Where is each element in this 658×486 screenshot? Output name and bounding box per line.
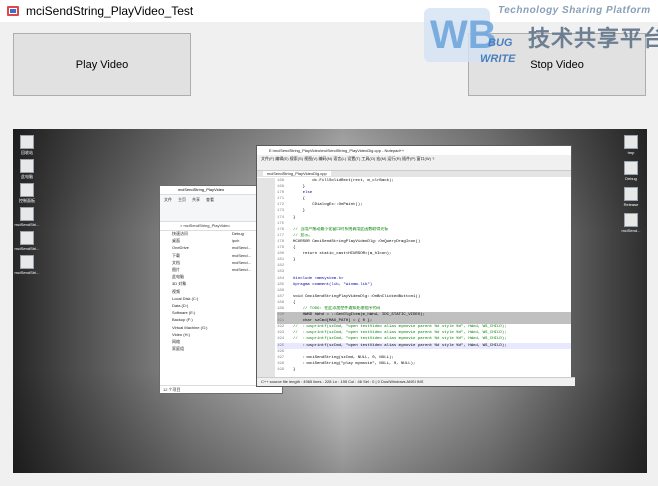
- code-text: // 当用户拖动最小化窗口时系统调用此函数取得光标: [293, 227, 389, 232]
- video-display: 回收站 此电脑 控制面板 mciSendStri... mciSendStri... mc…: [13, 129, 647, 473]
- file-icon: [624, 213, 638, 227]
- code-text: }: [293, 258, 296, 263]
- explorer-nav-pane: 快速访问桌面 OneDrive 下载 文档图片 此电脑 3D 对象 视频 Local Disk…: [160, 230, 222, 352]
- explorer-nav-item: 下载: [172, 252, 180, 258]
- desktop-icon: Debug: [617, 161, 645, 181]
- window-title: mciSendString_PlayVideo_Test: [26, 4, 194, 18]
- explorer-nav-item: 图片: [172, 267, 180, 273]
- desktop-icon-label: 回收站: [21, 150, 33, 155]
- desktop-icon-label: mciSend...: [621, 228, 641, 233]
- line-number: 199: [277, 367, 285, 372]
- code-text: // ::wsprintf(szCmd, "open testVideo ali…: [293, 331, 507, 336]
- code-text: CDialogEx::OnPaint();: [293, 203, 363, 208]
- editor-gutter: [257, 178, 275, 378]
- explorer-nav-item: Backup (F:): [172, 317, 193, 323]
- desktop-icon: mciSendStri...: [13, 207, 41, 227]
- explorer-tab: 共享: [192, 197, 200, 202]
- explorer-nav-item: 网络: [172, 339, 180, 345]
- code-text: #include <mmsystem.h>: [293, 276, 344, 281]
- desktop-icon-label: mciSendStri...: [14, 270, 40, 275]
- code-text: // 显示。: [293, 233, 313, 238]
- desktop-icon: tmp: [617, 135, 645, 155]
- explorer-nav-item: Software (E:): [172, 310, 196, 316]
- desktop-icon-label: tmp: [627, 150, 635, 155]
- explorer-nav-item: Virtual Machine (G:): [172, 324, 208, 330]
- code-text: }: [293, 185, 306, 190]
- code-text: ::mciSendString("play mymovie", NULL, 0,…: [293, 361, 416, 366]
- editor-status-bar: C++ source file length : 4965 lines : 22…: [257, 377, 575, 386]
- editor-tab: mciSendString_PlayVideoDlg.cpp: [263, 171, 331, 176]
- file-icon: [624, 135, 638, 149]
- code-text: char szCmd[MAX_PATH] = { 0 };: [293, 319, 373, 324]
- desktop-icon: 回收站: [13, 135, 41, 155]
- code-text: {: [293, 300, 296, 305]
- file-icon: [20, 159, 34, 173]
- desktop-icon-label: 控制面板: [19, 198, 35, 203]
- desktop-icon: mciSend...: [617, 213, 645, 233]
- explorer-nav-item: 家庭组: [172, 346, 184, 352]
- explorer-nav-item: 此电脑: [172, 274, 184, 280]
- editor-tab-strip: mciSendString_PlayVideoDlg.cpp: [257, 171, 571, 177]
- file-icon: [20, 183, 34, 197]
- explorer-tab: 文件: [164, 197, 172, 202]
- code-text: else: [293, 191, 313, 196]
- play-video-button[interactable]: Play Video: [13, 33, 191, 96]
- desktop-icon-label: mciSendStri...: [14, 246, 40, 251]
- code-line: 199}: [277, 367, 571, 373]
- explorer-nav-item: Video (H:): [172, 331, 190, 337]
- code-text: return static_cast<HCURSOR>(m_hIcon);: [293, 252, 392, 257]
- explorer-nav-item: Data (D:): [172, 303, 189, 309]
- file-icon: [624, 161, 638, 175]
- app-icon: [7, 6, 19, 16]
- file-icon: [20, 135, 34, 149]
- editor-toolbar: [257, 162, 571, 171]
- editor-code-area: 168 dc.FillSolidRect(rect, m_clrBack); 16…: [257, 178, 571, 378]
- editor-menu: 文件(F) 编辑(E) 搜索(S) 视图(V) 编码(N) 语言(L) 设置(T…: [257, 155, 571, 162]
- code-text: }: [293, 209, 306, 214]
- editor-lines: 168 dc.FillSolidRect(rect, m_clrBack); 16…: [277, 178, 571, 373]
- desktop-icon-label: Release: [623, 202, 639, 207]
- code-text: HWND hWnd = ::GetDlgItem(m_hWnd, IDC_STA…: [293, 313, 426, 318]
- explorer-nav-item: 文档: [172, 259, 180, 265]
- code-text: HCURSOR CmciSendStringPlayVideoDlg::OnQu…: [293, 239, 421, 244]
- code-text: }: [293, 215, 296, 220]
- desktop-icon-label: Debug: [625, 176, 637, 181]
- desktop-icon-label: mciSendStri...: [14, 222, 40, 227]
- code-text: void CmciSendStringPlayVideoDlg::OnBnCli…: [293, 294, 421, 299]
- code-text: dc.FillSolidRect(rect, m_clrBack);: [293, 179, 394, 183]
- desktop-icon-label: 此电脑: [21, 174, 33, 179]
- explorer-tab: 查看: [206, 197, 214, 202]
- file-icon: [20, 207, 34, 221]
- explorer-nav-item: OneDrive: [172, 245, 189, 251]
- title-bar: mciSendString_PlayVideo_Test: [0, 0, 658, 22]
- code-text: // ::wsprintf(szCmd, "open testVideo ali…: [293, 337, 507, 342]
- desktop-icon: mciSendStri...: [13, 255, 41, 275]
- file-icon: [624, 187, 638, 201]
- desktop-icon: Release: [617, 187, 645, 207]
- code-text: ::wsprintf(szCmd, "open testVideo alias …: [293, 343, 507, 348]
- desktop-icon: 此电脑: [13, 159, 41, 179]
- code-text: {: [293, 246, 296, 251]
- explorer-nav-item: 3D 对象: [172, 281, 187, 287]
- code-text: }: [293, 367, 296, 372]
- code-text: // TODO: 在此添加控件通知处理程序代码: [293, 306, 381, 311]
- stop-video-button[interactable]: Stop Video: [468, 33, 646, 96]
- explorer-nav-item: Local Disk (C:): [172, 295, 199, 301]
- code-text: #pragma comment(lib, "winmm.lib"): [293, 282, 373, 287]
- code-text: // ::wsprintf(szCmd, "open testVideo ali…: [293, 325, 507, 330]
- code-text: {: [293, 197, 306, 202]
- editor-title: E:\mciSendString_PlayVideo\mciSendString…: [257, 146, 571, 155]
- explorer-nav-item: 桌面: [172, 238, 180, 244]
- explorer-tab: 主页: [178, 197, 186, 202]
- explorer-nav-item: 快速访问: [172, 231, 188, 236]
- file-icon: [20, 255, 34, 269]
- code-text: ::mciSendString(szCmd, NULL, 0, NULL);: [293, 355, 394, 360]
- file-icon: [20, 231, 34, 245]
- explorer-nav-item: 视频: [172, 288, 180, 294]
- code-editor-window: E:\mciSendString_PlayVideo\mciSendString…: [256, 145, 575, 387]
- desktop-icon: 控制面板: [13, 183, 41, 203]
- desktop-icon: mciSendStri...: [13, 231, 41, 251]
